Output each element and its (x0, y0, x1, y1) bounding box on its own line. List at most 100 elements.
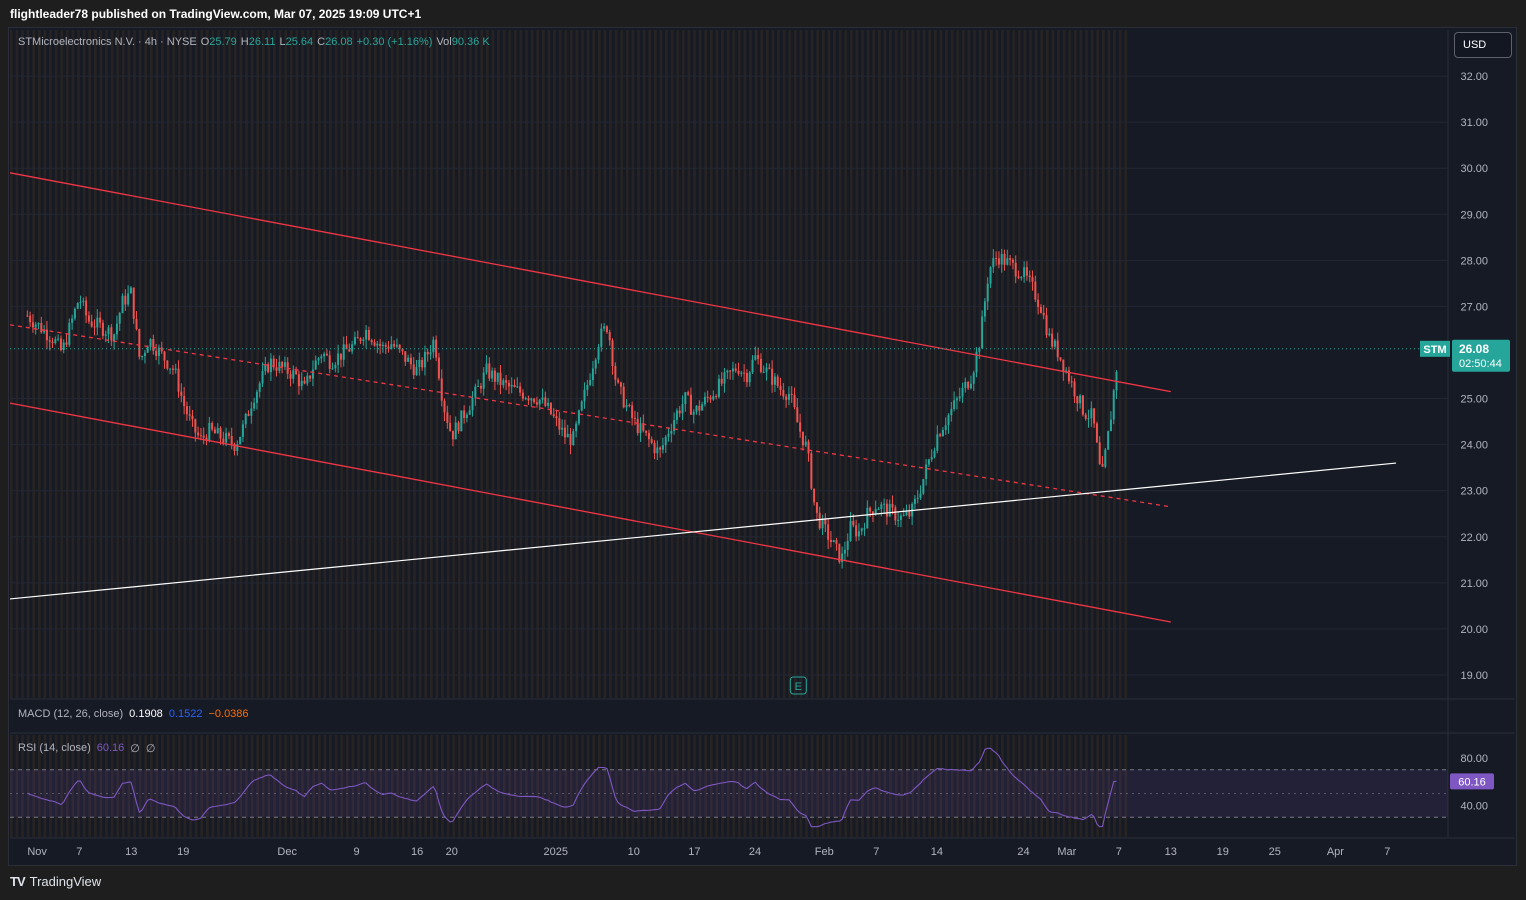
session-stripe (323, 30, 327, 698)
candle-body (614, 366, 617, 380)
chart-canvas[interactable]: 32.00 31.00 30.00 29.00 28.00 27.00 25.00 24.00… (0, 0, 1526, 900)
session-stripe (950, 30, 954, 698)
session-stripe (116, 30, 119, 698)
candle-body (790, 393, 793, 395)
session-stripe (1029, 30, 1032, 698)
price-axis[interactable]: 32.00 31.00 30.00 29.00 28.00 27.00 25.00 24.00… (1460, 71, 1488, 682)
candle-body (477, 385, 480, 387)
candle-body (261, 371, 264, 384)
candle-body (712, 396, 715, 400)
candle-body (880, 504, 883, 510)
session-stripe (161, 30, 164, 698)
session-stripe (77, 30, 80, 698)
session-stripe (575, 30, 579, 698)
candle-body (247, 413, 250, 416)
candle-body (199, 435, 202, 437)
candle-body (1062, 359, 1065, 372)
candle-body (474, 386, 477, 398)
candle-body (227, 433, 230, 436)
candle-body (381, 344, 384, 346)
session-stripe (435, 30, 439, 698)
session-stripe (788, 30, 791, 698)
session-stripe (665, 30, 668, 698)
candle-body (45, 329, 48, 341)
candle-body (309, 375, 312, 379)
candle-body (488, 363, 491, 379)
candle-body (90, 321, 93, 327)
session-stripe (833, 30, 836, 698)
high-value: 26.11 (248, 36, 276, 48)
candle-body (40, 323, 43, 333)
candle-body (104, 334, 107, 336)
candle-body (703, 396, 706, 405)
session-stripe (844, 30, 847, 698)
candle-body (485, 363, 488, 373)
session-stripe (390, 30, 394, 698)
session-stripe (962, 30, 965, 698)
time-axis[interactable]: Nov 7 13 19 Dec 9 16 20 2025 10 17 24 Feb 7 14 24 Mar 7 13… (10, 837, 1515, 858)
candle-body (491, 370, 494, 379)
candle-body (337, 353, 340, 365)
candle-body (639, 423, 642, 434)
candle-body (843, 549, 846, 554)
session-stripe (402, 30, 405, 698)
high-label: H (240, 36, 249, 48)
candle-body (169, 368, 172, 370)
candle-body (393, 344, 396, 347)
session-stripe (1090, 30, 1094, 698)
candle-body (415, 367, 418, 376)
session-stripe (474, 30, 478, 698)
session-stripe (497, 30, 500, 698)
session-stripe (917, 30, 920, 698)
candle-body (622, 386, 625, 408)
candle-body (580, 401, 583, 411)
candle-body (197, 432, 200, 436)
candle-body (418, 359, 421, 368)
time-tick-label: Mar (1057, 846, 1076, 858)
candle-body (502, 380, 505, 386)
candle-body (927, 459, 930, 465)
session-stripe (866, 30, 870, 698)
candle-body (636, 418, 639, 434)
candle-body (387, 346, 390, 349)
candle-body (1017, 276, 1020, 279)
session-stripe (586, 30, 590, 698)
currency-button[interactable]: USD (1454, 32, 1512, 58)
candle-body (275, 367, 278, 371)
candle-body (141, 356, 144, 358)
candle-body (670, 430, 673, 434)
candle-body (745, 372, 748, 383)
candle-body (619, 382, 622, 387)
candle-body (967, 382, 970, 389)
candle-body (143, 352, 146, 357)
candle-body (734, 368, 737, 371)
session-stripe (346, 30, 349, 698)
session-stripe (889, 30, 892, 698)
candle-body (328, 355, 331, 369)
candle-body (258, 383, 261, 392)
candle-body (1045, 315, 1048, 336)
candle-body (250, 408, 253, 416)
session-stripe (502, 30, 506, 698)
candle-body (807, 441, 810, 454)
session-stripe (290, 30, 293, 698)
candle-body (589, 380, 592, 385)
candle-body (524, 398, 527, 400)
candle-body (535, 402, 538, 405)
session-stripe (642, 30, 646, 698)
candle-body (608, 332, 611, 341)
session-stripe (990, 30, 993, 698)
candle-body (793, 394, 796, 408)
session-stripe (54, 30, 58, 698)
candle-body (857, 531, 860, 537)
session-stripe (155, 30, 159, 698)
candle-body (1079, 395, 1082, 404)
candle-body (765, 367, 768, 372)
candle-body (852, 520, 855, 526)
candle-body (605, 326, 608, 333)
candle-body (611, 340, 614, 367)
session-stripe (525, 30, 528, 698)
candle-body (99, 317, 102, 323)
session-stripe (609, 30, 612, 698)
candle-body (681, 404, 684, 414)
